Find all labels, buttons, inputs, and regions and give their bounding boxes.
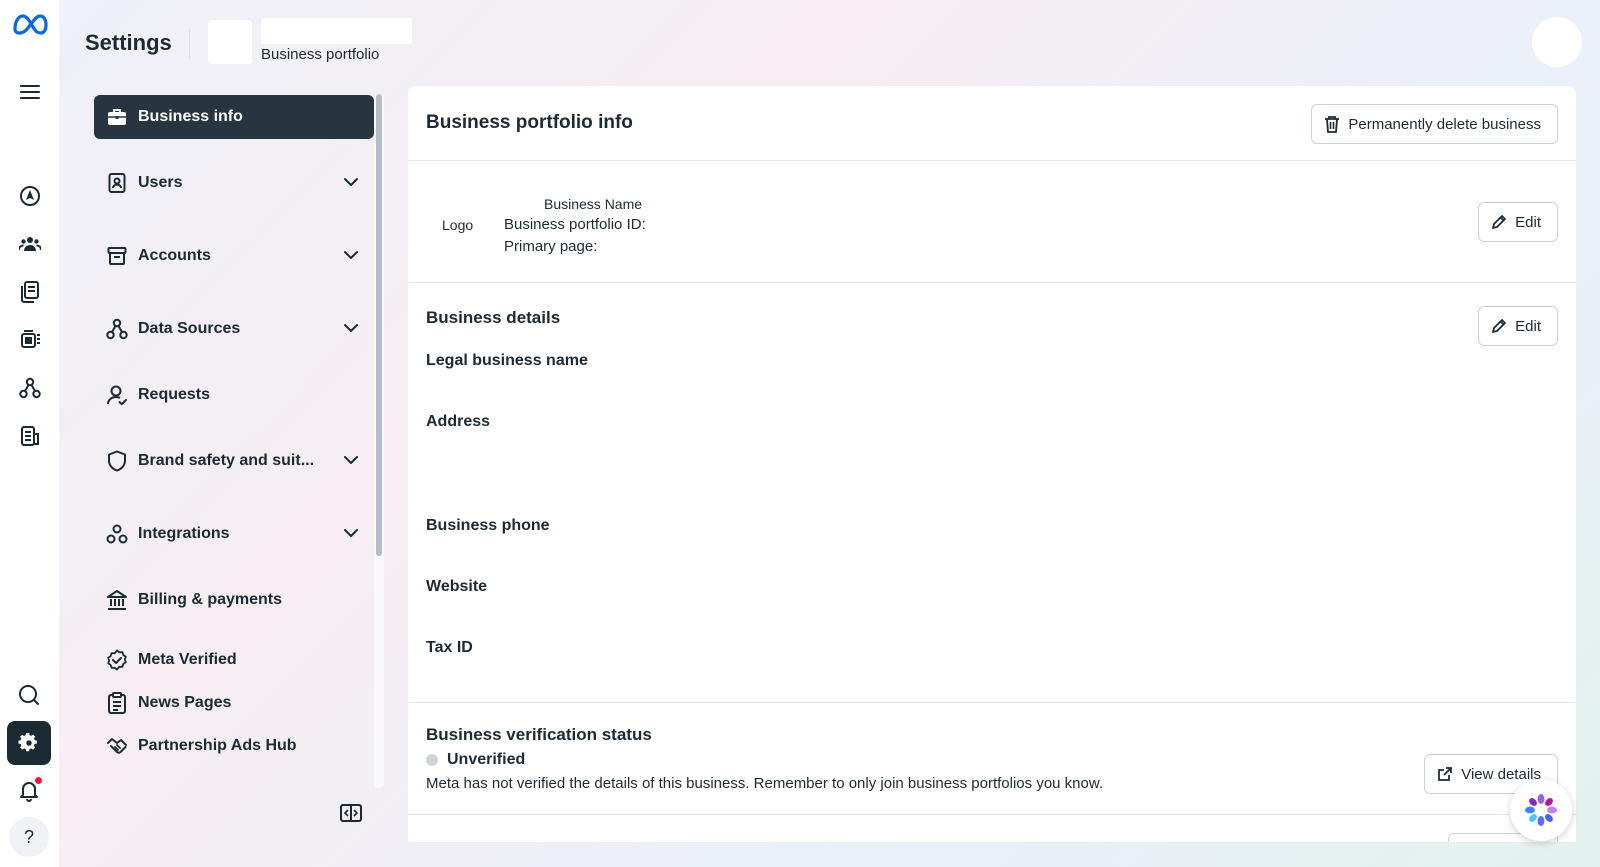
section-title: Business portfolio info (426, 112, 633, 133)
sidebar-item-partnership-ads-hub[interactable]: Partnership Ads Hub (94, 724, 374, 768)
documents-icon[interactable] (8, 270, 52, 314)
sidebar-item-label: Business info (138, 108, 243, 125)
settings-sidebar: Business info Users Accounts Data Source… (94, 94, 386, 788)
status-dot (426, 754, 438, 766)
people-icon[interactable] (8, 222, 52, 266)
sidebar-item-news-pages[interactable]: News Pages (94, 681, 374, 725)
status-text: Unverified (447, 751, 526, 768)
sidebar-item-label: Data Sources (138, 320, 241, 337)
shield-icon (106, 450, 128, 472)
chevron-down-icon (342, 246, 360, 264)
main-content-card: Business portfolio info Permanently dele… (408, 86, 1576, 842)
search-icon[interactable] (7, 673, 51, 717)
tax-id-label: Tax ID (426, 639, 473, 656)
sidebar-item-label: Integrations (138, 525, 230, 542)
portfolio-thumbnail[interactable] (208, 20, 252, 64)
compass-icon[interactable] (8, 174, 52, 218)
global-nav-rail: ? (0, 0, 59, 867)
clipboard-icon (106, 692, 128, 714)
ads-manager-icon[interactable] (8, 318, 52, 362)
header-divider (189, 29, 190, 59)
verified-badge-icon (106, 649, 128, 671)
ai-assistant-icon[interactable] (1510, 779, 1572, 841)
business-details-title: Business details (426, 308, 561, 327)
chevron-down-icon (342, 173, 360, 191)
collapse-sidebar-icon[interactable] (340, 804, 362, 822)
hamburger-menu-icon[interactable] (8, 70, 52, 114)
billing-stack-icon[interactable] (8, 414, 52, 458)
sidebar-item-label: News Pages (138, 694, 232, 711)
badge-icon (106, 172, 128, 194)
website-label: Website (426, 578, 488, 595)
edit-label: Edit (1515, 213, 1541, 231)
verification-description: Meta has not verified the details of thi… (426, 775, 1104, 792)
view-details-label: View details (1461, 765, 1541, 783)
avatar[interactable] (1532, 17, 1582, 67)
portfolio-identity: Logo Business Name Business portfolio ID… (408, 161, 1576, 283)
sidebar-scrollbar-thumb[interactable] (376, 94, 382, 556)
sidebar-item-billing[interactable]: Billing & payments (94, 578, 374, 622)
sidebar-item-brand-safety[interactable]: Brand safety and suit... (94, 439, 374, 483)
delete-business-button[interactable]: Permanently delete business (1311, 104, 1558, 144)
sidebar-item-label: Brand safety and suit... (138, 452, 315, 469)
person-check-icon (106, 384, 128, 406)
archive-icon (106, 245, 128, 267)
primary-page-label: Primary page: (504, 238, 598, 255)
verification-title: Business verification status (426, 725, 652, 744)
business-phone-label: Business phone (426, 517, 550, 534)
sidebar-item-business-info[interactable]: Business info (94, 95, 374, 139)
verification-status: Business verification status Unverified … (408, 703, 1576, 815)
sidebar-item-label: Users (138, 174, 183, 191)
meta-logo-icon[interactable] (10, 10, 50, 38)
notifications-bell-icon[interactable] (7, 769, 51, 813)
briefcase-icon (106, 106, 128, 128)
portfolio-info-header: Business portfolio info Permanently dele… (408, 86, 1576, 161)
business-details: Business details Edit Legal business nam… (408, 283, 1576, 703)
page-title: Settings (85, 30, 172, 55)
help-icon[interactable]: ? (9, 817, 49, 857)
nodes-icon[interactable] (8, 366, 52, 410)
sidebar-item-requests[interactable]: Requests (94, 373, 374, 417)
nodes-icon (106, 318, 128, 340)
sidebar-item-meta-verified[interactable]: Meta Verified (94, 638, 374, 682)
sidebar-item-data-sources[interactable]: Data Sources (94, 307, 374, 351)
external-link-icon (1437, 766, 1453, 782)
address-label: Address (426, 413, 491, 430)
sidebar-item-label: Partnership Ads Hub (138, 737, 297, 754)
status-badge: Unverified (426, 751, 525, 769)
integrations-icon (106, 523, 128, 545)
handshake-icon (106, 735, 128, 757)
chevron-down-icon (342, 451, 360, 469)
portfolio-id-label: Business portfolio ID: (504, 216, 646, 233)
sidebar-item-label: Accounts (138, 247, 211, 264)
notification-dot (35, 777, 42, 784)
sidebar-item-integrations[interactable]: Integrations (94, 512, 374, 556)
edit-portfolio-button[interactable]: Edit (1478, 202, 1558, 242)
sidebar-item-accounts[interactable]: Accounts (94, 234, 374, 278)
settings-gear-icon[interactable] (7, 721, 51, 765)
sidebar-item-users[interactable]: Users (94, 161, 374, 205)
portfolio-name-placeholder[interactable] (261, 18, 412, 44)
business-name: Business Name (544, 196, 643, 212)
portfolio-switcher-label[interactable]: Business portfolio (261, 46, 379, 63)
edit-label: Edit (1515, 317, 1541, 335)
trash-icon (1324, 115, 1340, 133)
pencil-icon (1491, 214, 1507, 230)
chevron-down-icon (342, 319, 360, 337)
legal-business-name-label: Legal business name (426, 352, 588, 369)
page-header: Settings Business portfolio (59, 0, 1600, 86)
sidebar-item-label: Meta Verified (138, 651, 237, 668)
logo-label: Logo (442, 217, 474, 233)
bank-icon (106, 589, 128, 611)
edit-details-button[interactable]: Edit (1478, 306, 1558, 346)
delete-business-label: Permanently delete business (1348, 115, 1541, 133)
sidebar-item-label: Billing & payments (138, 591, 283, 608)
sidebar-item-label: Requests (138, 386, 211, 403)
chevron-down-icon (342, 524, 360, 542)
pencil-icon (1491, 318, 1507, 334)
